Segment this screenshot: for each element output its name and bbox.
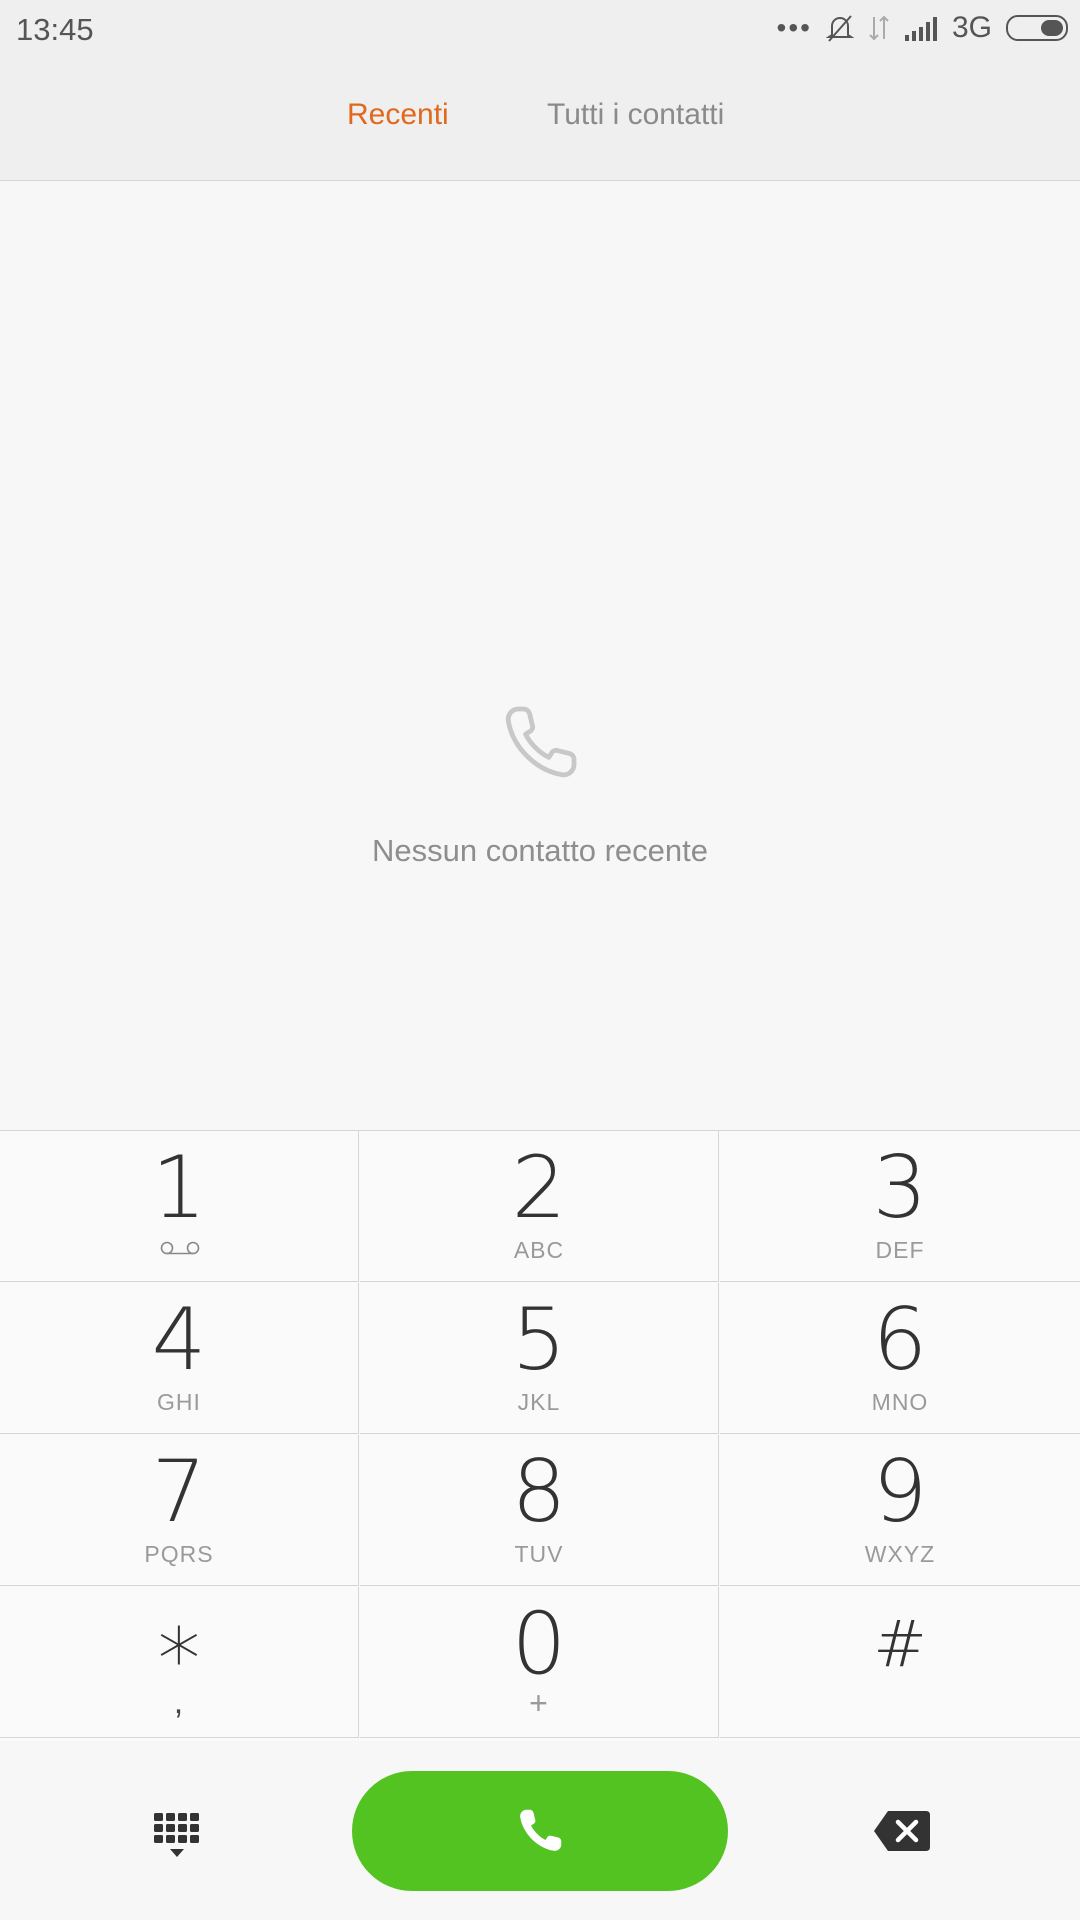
key-digit: 1 bbox=[151, 1138, 207, 1238]
key-digit: 4 bbox=[151, 1290, 207, 1390]
key-digit: 9 bbox=[872, 1442, 928, 1542]
key-letters: ABC bbox=[513, 1237, 565, 1263]
key-digit: 0 bbox=[511, 1594, 567, 1694]
network-type: 3G bbox=[951, 11, 992, 44]
key-digit: 2 bbox=[511, 1138, 567, 1238]
phone-outline-icon bbox=[505, 706, 577, 778]
key-digit: 5 bbox=[511, 1290, 567, 1390]
key-star[interactable]: * , bbox=[0, 1587, 359, 1738]
empty-state-text: Nessun contatto recente bbox=[371, 833, 709, 868]
key-letters: + bbox=[529, 1685, 549, 1721]
dialer-bottom-bar bbox=[0, 1741, 1080, 1920]
key-letters: PQRS bbox=[144, 1541, 214, 1567]
status-bar: 13:45 ••• 3G bbox=[0, 0, 1080, 56]
dialpad-grid-icon[interactable] bbox=[150, 1809, 206, 1865]
key-letters: JKL bbox=[517, 1389, 561, 1415]
key-digit: 7 bbox=[151, 1442, 207, 1542]
key-letters: WXYZ bbox=[864, 1541, 936, 1567]
status-time: 13:45 bbox=[16, 12, 94, 47]
key-8[interactable]: 8 TUV bbox=[360, 1435, 719, 1586]
data-arrows-icon bbox=[869, 15, 889, 41]
status-icons: ••• 3G bbox=[777, 10, 1068, 46]
battery-icon bbox=[1006, 15, 1068, 41]
key-4[interactable]: 4 GHI bbox=[0, 1283, 359, 1434]
key-3[interactable]: 3 DEF bbox=[720, 1131, 1080, 1282]
phone-icon bbox=[520, 1809, 562, 1851]
voicemail-icon bbox=[160, 1241, 200, 1255]
key-letters: GHI bbox=[157, 1389, 201, 1415]
key-hash[interactable]: # bbox=[720, 1587, 1080, 1738]
key-letters: MNO bbox=[871, 1389, 929, 1415]
call-button[interactable] bbox=[352, 1771, 728, 1891]
backspace-icon[interactable] bbox=[872, 1809, 932, 1853]
key-1[interactable]: 1 bbox=[0, 1131, 359, 1282]
key-7[interactable]: 7 PQRS bbox=[0, 1435, 359, 1586]
key-5[interactable]: 5 JKL bbox=[360, 1283, 719, 1434]
key-letters: DEF bbox=[875, 1237, 925, 1263]
key-9[interactable]: 9 WXYZ bbox=[720, 1435, 1080, 1586]
tab-tutti-i-contatti[interactable]: Tutti i contatti bbox=[547, 98, 724, 132]
bell-muted-icon bbox=[825, 15, 854, 42]
key-6[interactable]: 6 MNO bbox=[720, 1283, 1080, 1434]
more-dots-icon: ••• bbox=[776, 12, 812, 43]
key-letters: , bbox=[173, 1683, 185, 1721]
recent-calls-empty-state: Nessun contatto recente bbox=[0, 181, 1080, 1129]
key-letters: TUV bbox=[514, 1541, 564, 1567]
signal-icon bbox=[904, 17, 937, 41]
key-digit: # bbox=[873, 1608, 927, 1682]
tab-recenti[interactable]: Recenti bbox=[347, 98, 449, 132]
key-0[interactable]: 0 + bbox=[360, 1587, 719, 1738]
dial-keypad: 1 2 ABC 3 DEF 4 GHI 5 JKL 6 MNO 7 PQRS 8… bbox=[0, 1130, 1080, 1741]
tab-bar: Recenti Tutti i contatti bbox=[0, 56, 1080, 181]
key-digit: 3 bbox=[872, 1138, 928, 1238]
key-2[interactable]: 2 ABC bbox=[360, 1131, 719, 1282]
key-digit: 6 bbox=[872, 1290, 928, 1390]
key-digit: 8 bbox=[511, 1442, 567, 1542]
